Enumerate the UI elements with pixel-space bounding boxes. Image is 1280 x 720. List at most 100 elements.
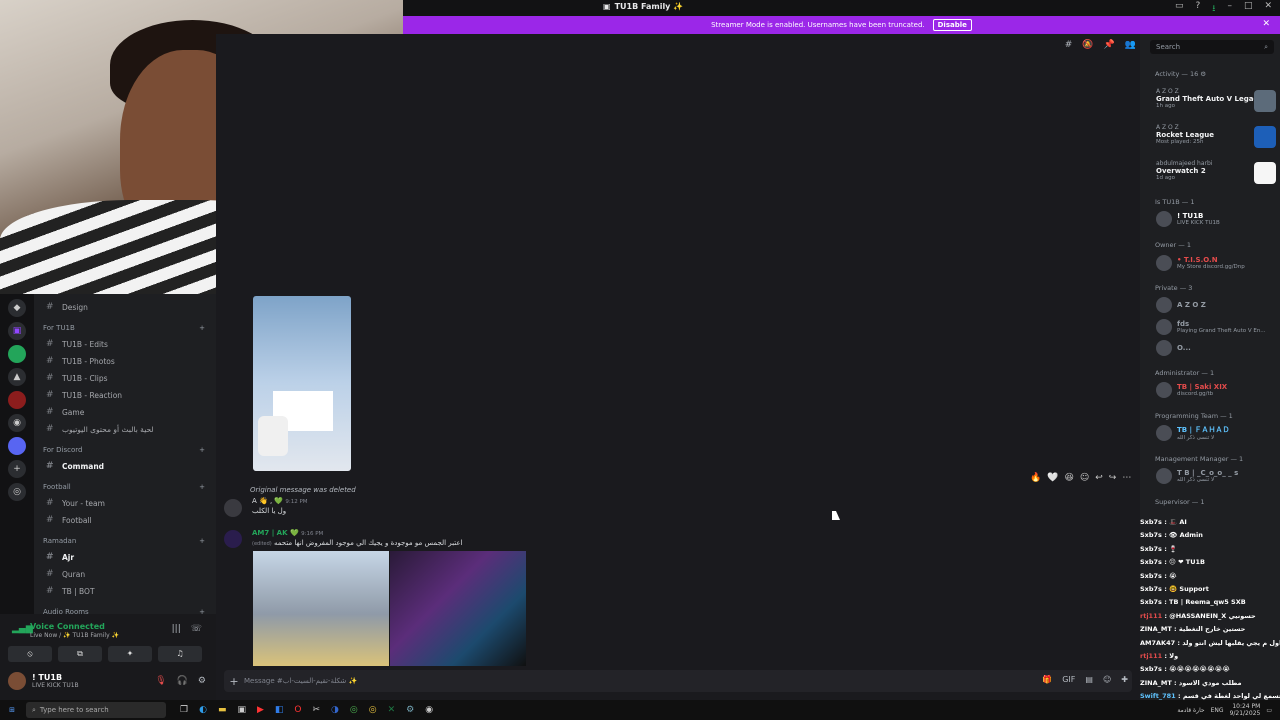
server-icon-6[interactable]: ◉: [8, 414, 26, 432]
attachment-image-setup[interactable]: [253, 296, 351, 471]
threads-icon[interactable]: #: [1065, 40, 1073, 50]
server-icon-7[interactable]: [8, 437, 26, 455]
member-item[interactable]: fds Playing Grand Theft Auto V En...: [1156, 319, 1266, 335]
sticker-icon[interactable]: ▤: [1085, 675, 1093, 684]
member-item[interactable]: ! TU1B LIVE KICK TU1B: [1156, 211, 1220, 227]
add-reaction-icon[interactable]: ☺: [1080, 473, 1089, 483]
member-item[interactable]: A Z O Z: [1156, 297, 1206, 313]
obs-icon[interactable]: ◉: [425, 705, 433, 715]
minimize-button[interactable]: –: [1227, 1, 1232, 17]
activity-card[interactable]: abdulmajeed harbi Overwatch 2 1d ago: [1156, 160, 1276, 184]
mute-channel-icon[interactable]: 🔕: [1082, 40, 1093, 50]
reply-reference[interactable]: Original message was deleted: [250, 486, 356, 494]
channel-category[interactable]: For TU1B +: [43, 324, 205, 332]
screen-share-button[interactable]: ⧉: [58, 646, 102, 662]
edge-2-icon[interactable]: ◑: [331, 705, 339, 715]
store-icon[interactable]: ▣: [237, 705, 246, 715]
channel-item[interactable]: # Quran: [46, 569, 85, 579]
inbox-icon[interactable]: ▭: [1175, 1, 1184, 17]
voice-status[interactable]: Voice Connected: [30, 622, 105, 631]
taskbar-search[interactable]: ⌕ Type here to search: [26, 702, 166, 718]
opera-icon[interactable]: O: [294, 705, 301, 715]
member-item[interactable]: TB | ＦＡＨＡＤ لا تنسى ذكر الله: [1156, 425, 1230, 441]
activity-card[interactable]: A Z O Z Rocket League Most played: 25h: [1156, 124, 1276, 148]
member-item[interactable]: • T.I.S.O.N My Store discord.gg/Dnp: [1156, 255, 1245, 271]
forward-icon[interactable]: ↪: [1109, 473, 1117, 483]
apps-icon[interactable]: ✚: [1121, 675, 1128, 684]
react-fire-icon[interactable]: 🔥: [1030, 473, 1041, 483]
camera-off-button[interactable]: ⦸: [8, 646, 52, 662]
start-icon[interactable]: ⊞: [4, 706, 20, 714]
activity-header[interactable]: Activity — 16 ⚙: [1155, 70, 1206, 78]
server-icon-5[interactable]: [8, 391, 26, 409]
download-icon[interactable]: ⭳: [1212, 1, 1215, 17]
user-panel[interactable]: ! TU1B LIVE KICK TU1B: [8, 672, 79, 690]
reply-icon[interactable]: ↩: [1095, 473, 1103, 483]
capcut-icon[interactable]: ✂: [313, 705, 321, 715]
activity-card[interactable]: A Z O Z Grand Theft Auto V Legacy 1h ago: [1156, 88, 1276, 112]
channel-item[interactable]: # Design: [46, 302, 88, 312]
add-channel-icon[interactable]: +: [199, 446, 205, 454]
excel-icon[interactable]: ✕: [388, 705, 396, 715]
noise-icon[interactable]: |||: [172, 624, 181, 634]
channel-item[interactable]: # Ajr: [46, 552, 74, 562]
help-icon[interactable]: ?: [1196, 1, 1201, 17]
channel-item[interactable]: # TB | BOT: [46, 586, 95, 596]
member-item[interactable]: O...: [1156, 340, 1191, 356]
server-icon-4[interactable]: ▲: [8, 368, 26, 386]
close-window-button[interactable]: ✕: [1264, 1, 1272, 17]
attachment-image-game[interactable]: [253, 551, 389, 666]
upload-plus-icon[interactable]: +: [224, 675, 244, 688]
chrome-icon[interactable]: ◎: [350, 705, 358, 715]
soundboard-button[interactable]: ♫: [158, 646, 202, 662]
task-view-icon[interactable]: ❐: [180, 705, 188, 715]
discover-icon[interactable]: ◎: [8, 483, 26, 501]
close-icon[interactable]: ✕: [1262, 19, 1270, 29]
mute-icon[interactable]: 🎙: [155, 676, 166, 686]
channel-category[interactable]: Ramadan +: [43, 537, 205, 545]
deafen-icon[interactable]: 🎧: [177, 676, 188, 686]
message-input[interactable]: Message #شكلة-تقيم-السيت-اب ✨: [244, 677, 357, 685]
members-icon[interactable]: 👥: [1125, 40, 1136, 50]
gift-icon[interactable]: 🎁: [1042, 675, 1052, 684]
react-smile-icon[interactable]: 😆: [1064, 473, 1073, 483]
attachment-image-pc[interactable]: [390, 551, 526, 666]
add-channel-icon[interactable]: +: [199, 483, 205, 491]
channel-item[interactable]: # Your - team: [46, 498, 105, 508]
channel-item[interactable]: # TU1B - Reaction: [46, 390, 122, 400]
gif-icon[interactable]: GIF: [1062, 675, 1075, 684]
youtube-icon[interactable]: ▶: [257, 705, 264, 715]
steam-icon[interactable]: ⚙: [406, 705, 414, 715]
edge-icon[interactable]: ◐: [199, 705, 207, 715]
outlook-icon[interactable]: ◧: [275, 705, 284, 715]
settings-icon[interactable]: ⚙: [198, 676, 206, 686]
member-item[interactable]: T B | _C_o_o_ _ s لا تنسى ذكر الله: [1156, 468, 1238, 484]
add-server-icon[interactable]: +: [8, 460, 26, 478]
server-icon-1[interactable]: ◆: [8, 299, 26, 317]
react-heart-icon[interactable]: 🤍: [1047, 473, 1058, 483]
emoji-icon[interactable]: ☺: [1103, 675, 1111, 684]
search-input[interactable]: Search ⌕: [1150, 40, 1274, 54]
folder-icon[interactable]: ▬: [218, 705, 227, 715]
channel-category[interactable]: Football +: [43, 483, 205, 491]
disconnect-icon[interactable]: ☏: [191, 624, 202, 634]
add-channel-icon[interactable]: +: [199, 324, 205, 332]
activities-button[interactable]: ✦: [108, 646, 152, 662]
channel-item[interactable]: # Football: [46, 515, 92, 525]
channel-category[interactable]: For Discord +: [43, 446, 205, 454]
maximize-button[interactable]: □: [1244, 1, 1253, 17]
add-channel-icon[interactable]: +: [199, 537, 205, 545]
notification-icon[interactable]: ▭: [1266, 707, 1272, 714]
channel-item[interactable]: # TU1B - Edits: [46, 339, 108, 349]
pin-icon[interactable]: 📌: [1104, 40, 1115, 50]
server-icon-3[interactable]: [8, 345, 26, 363]
disable-streamer-button[interactable]: Disable: [932, 19, 972, 31]
member-item[interactable]: TB | Saki XIX discord.gg/tb: [1156, 382, 1227, 398]
channel-item[interactable]: # Game: [46, 407, 84, 417]
channel-item[interactable]: # TU1B - Photos: [46, 356, 115, 366]
more-icon[interactable]: ⋯: [1122, 473, 1131, 483]
twitch-server-icon[interactable]: ▣: [8, 322, 26, 340]
channel-item[interactable]: # لحية بالبث أو محتوى اليوتيوب: [46, 424, 154, 434]
chrome-2-icon[interactable]: ◎: [369, 705, 377, 715]
message-composer[interactable]: + Message #شكلة-تقيم-السيت-اب ✨ 🎁 GIF ▤ …: [224, 670, 1132, 692]
